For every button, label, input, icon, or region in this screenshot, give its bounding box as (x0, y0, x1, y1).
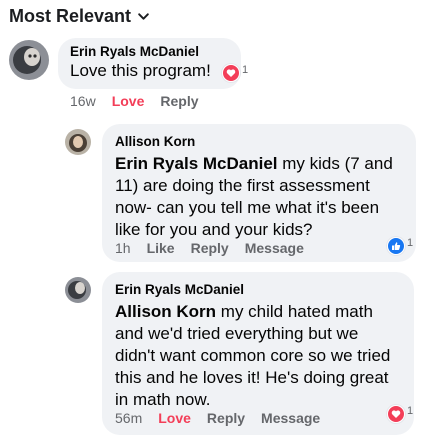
reaction-summary[interactable]: 1 (387, 237, 413, 255)
comment-text: Erin Ryals McDaniel my kids (7 and 11) a… (115, 153, 404, 241)
avatar[interactable] (65, 129, 91, 155)
timestamp[interactable]: 1h (115, 240, 131, 256)
sort-label: Most Relevant (9, 6, 132, 26)
mention-link[interactable]: Allison Korn (115, 302, 216, 321)
reply-button[interactable]: Reply (207, 410, 245, 426)
comment-actions: 1h Like Reply Message (115, 240, 320, 256)
reply-button[interactable]: Reply (160, 93, 198, 109)
comment-author[interactable]: Allison Korn (115, 134, 404, 149)
message-button[interactable]: Message (261, 410, 320, 426)
heart-icon (387, 405, 405, 423)
comment-author[interactable]: Erin Ryals McDaniel (115, 282, 402, 297)
message-button[interactable]: Message (245, 240, 304, 256)
reaction-summary[interactable]: 1 (222, 64, 248, 82)
comment-bubble: Erin Ryals McDaniel Love this program! (58, 38, 241, 89)
love-reaction-button[interactable]: Love (158, 410, 191, 426)
timestamp[interactable]: 16w (70, 93, 96, 109)
chevron-down-icon (138, 13, 149, 20)
love-reaction-button[interactable]: Love (112, 93, 145, 109)
comment-actions: 56m Love Reply Message (115, 410, 336, 426)
like-button[interactable]: Like (147, 240, 175, 256)
avatar[interactable] (9, 40, 49, 80)
reaction-count: 1 (242, 64, 249, 76)
reply-button[interactable]: Reply (191, 240, 229, 256)
reaction-count: 1 (407, 405, 414, 417)
reaction-summary[interactable]: 1 (387, 405, 413, 423)
thumbs-up-icon (387, 237, 405, 255)
comment-actions: 16w Love Reply (70, 93, 215, 109)
comment-text: Love this program! (70, 61, 211, 80)
comment-author[interactable]: Erin Ryals McDaniel (70, 44, 229, 59)
comment-text: Allison Korn my child hated math and we'… (115, 301, 402, 411)
mention-link[interactable]: Erin Ryals McDaniel (115, 154, 278, 173)
timestamp[interactable]: 56m (115, 410, 142, 426)
sort-dropdown[interactable]: Most Relevant (9, 6, 150, 27)
reaction-count: 1 (407, 237, 414, 249)
heart-icon (222, 64, 240, 82)
avatar[interactable] (65, 277, 91, 303)
